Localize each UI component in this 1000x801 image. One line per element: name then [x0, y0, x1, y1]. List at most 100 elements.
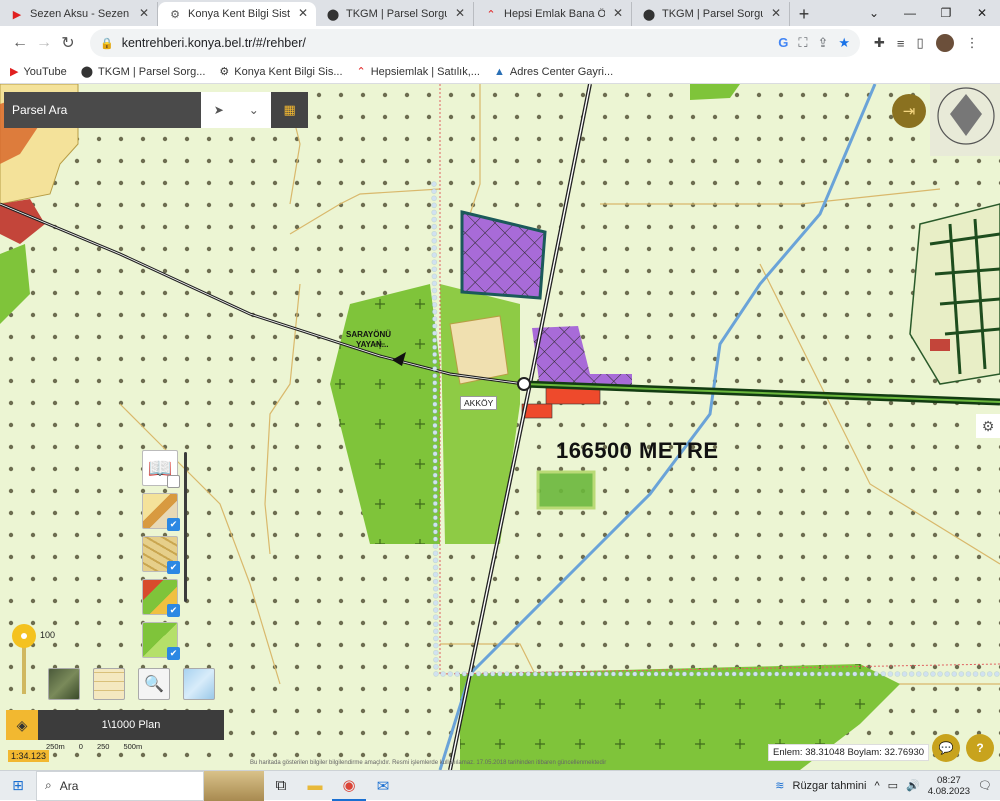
chevron-down-icon[interactable]: ⌄ — [249, 103, 259, 117]
layer-zoning-thumbnail[interactable]: ✔ — [142, 579, 180, 617]
tab-close-icon[interactable]: ✕ — [455, 6, 465, 20]
network-icon[interactable]: ▭ — [888, 779, 898, 792]
tab-close-icon[interactable]: ✕ — [139, 6, 149, 20]
settings-gear-icon[interactable]: ⚙ — [976, 414, 1000, 438]
reload-icon[interactable]: ↻ — [56, 31, 80, 55]
address-bar[interactable]: 🔒 kentrehberi.konya.bel.tr/#/rehber/ G ⛶… — [90, 29, 860, 57]
locate-arrow-icon[interactable]: ➤ — [214, 103, 224, 117]
scale-tick: 250m — [46, 742, 65, 751]
windows-start-icon[interactable]: ⊞ — [0, 771, 36, 801]
layer-checkbox[interactable]: ✔ — [167, 647, 180, 660]
sidepanel-icon[interactable]: ▯ — [917, 35, 924, 51]
profile-avatar[interactable] — [935, 34, 954, 52]
layer-book-thumbnail[interactable]: 📖 — [142, 450, 180, 488]
municipality-logo — [930, 84, 1000, 156]
weather-text[interactable]: Rüzgar tahmini — [793, 780, 867, 792]
taskbar-clock[interactable]: 08:27 4.08.2023 — [928, 775, 970, 797]
restore-icon[interactable]: ❐ — [928, 0, 964, 26]
magnifier-icon: 🔍 — [144, 676, 164, 693]
back-arrow-icon[interactable]: ← — [8, 31, 32, 55]
parcel-search-input[interactable]: Parsel Ara — [4, 92, 202, 128]
basemap-list: 🔍 — [48, 668, 215, 700]
kbs-icon: ⚙ — [219, 66, 230, 78]
menu-kebab-icon[interactable]: ⋮ — [966, 35, 979, 51]
tab-label: TKGM | Parsel Sorgu Uyg — [346, 8, 447, 20]
notifications-icon[interactable]: 🗨 — [978, 779, 992, 792]
chrome-icon[interactable]: ◉ — [332, 771, 366, 801]
close-window-icon[interactable]: ✕ — [964, 0, 1000, 26]
layer-checkbox[interactable]: ✔ — [167, 604, 180, 617]
browser-toolbar: ← → ↻ 🔒 kentrehberi.konya.bel.tr/#/rehbe… — [0, 26, 1000, 60]
coordinate-readout: Enlem: 38.31048 Boylam: 32.76930 — [768, 744, 930, 761]
layer-checkbox[interactable]: ✔ — [167, 561, 180, 574]
bookmark-star-icon[interactable]: ★ — [838, 35, 850, 51]
browser-tab-2[interactable]: ⚙ Konya Kent Bilgi Sistemi ✕ — [158, 2, 316, 26]
system-tray: ≋ Rüzgar tahmini ^ ▭ 🔊 08:27 4.08.2023 🗨 — [775, 775, 1000, 797]
hepsiemlak-icon: ⌃ — [486, 8, 496, 21]
chat-bubble-icon[interactable]: 💬 — [932, 734, 960, 762]
taskbar-search-box[interactable]: ⌕ Ara — [36, 770, 204, 801]
landmark-image-icon[interactable] — [204, 770, 264, 801]
basemap-satellite[interactable] — [48, 668, 80, 700]
login-icon[interactable]: ⇥ — [892, 94, 926, 128]
forward-arrow-icon[interactable]: → — [32, 31, 56, 55]
bookmark-item[interactable]: ⬤ TKGM | Parsel Sorg... — [80, 65, 206, 79]
layer-list-scrollbar[interactable] — [184, 452, 187, 602]
task-view-icon[interactable]: ⧉ — [264, 771, 298, 801]
layer-parcel-thumbnail[interactable]: ✔ — [142, 536, 180, 574]
bookmark-item[interactable]: ⚙ Konya Kent Bilgi Sis... — [219, 65, 342, 79]
basemap-parcel[interactable] — [93, 668, 125, 700]
browser-tab-3[interactable]: ⬤ TKGM | Parsel Sorgu Uyg ✕ — [316, 2, 474, 26]
map-canvas[interactable]: Parsel Ara ➤ ⌄ ▦ ⇥ ⚙ SARAYÖNÜ YAYAN... A… — [0, 84, 1000, 770]
search-icon: ⌕ — [45, 778, 52, 792]
opacity-slider-knob[interactable] — [12, 624, 36, 648]
basemap-street[interactable] — [183, 668, 215, 700]
media-icon[interactable]: ≡ — [897, 36, 905, 51]
browser-tab-4[interactable]: ⌃ Hepsi Emlak Bana Özel ✕ — [474, 2, 632, 26]
tab-close-icon[interactable]: ✕ — [771, 6, 781, 20]
layer-checkbox[interactable] — [167, 475, 180, 488]
kbs-icon: ⚙ — [170, 8, 180, 21]
weather-icon[interactable]: ≋ — [775, 779, 784, 792]
map-pin-icon: ⬤ — [80, 66, 94, 78]
road-label-line1: SARAYÖNÜ — [346, 330, 392, 339]
google-icon[interactable]: G — [778, 35, 788, 51]
basemap-search[interactable]: 🔍 — [138, 668, 170, 700]
bookmark-label: Adres Center Gayri... — [509, 65, 614, 78]
layer-checkbox[interactable]: ✔ — [167, 518, 180, 531]
extensions-icon[interactable]: ✚ — [874, 35, 885, 51]
layers-icon[interactable]: ◈ — [6, 710, 38, 740]
minimize-icon[interactable]: — — [892, 0, 928, 26]
bookmark-item[interactable]: ⌃ Hepsiemlak | Satılık,... — [356, 65, 480, 79]
hepsiemlak-icon: ⌃ — [356, 66, 366, 78]
opacity-slider[interactable] — [12, 624, 36, 694]
file-explorer-icon[interactable]: ▬ — [298, 771, 332, 801]
scale-ratio: 1:34.123 — [8, 750, 50, 762]
layer-green-thumbnail[interactable]: ✔ — [142, 622, 180, 660]
layer-imar-thumbnail[interactable]: ✔ — [142, 493, 180, 531]
place-label-akkoy: AKKÖY — [460, 396, 498, 410]
scale-tick: 250 — [96, 742, 110, 751]
road-label-line2: YAYAN... — [356, 340, 389, 349]
youtube-icon: ▶ — [12, 8, 22, 21]
bookmark-item[interactable]: ▲ Adres Center Gayri... — [494, 66, 613, 78]
taskbar-search-placeholder: Ara — [59, 778, 79, 793]
grid-menu-icon[interactable]: ▦ — [271, 92, 308, 128]
volume-icon[interactable]: 🔊 — [906, 779, 920, 792]
new-tab-button[interactable]: + — [790, 2, 818, 26]
tab-close-icon[interactable]: ✕ — [613, 6, 623, 20]
clock-date: 4.08.2023 — [927, 785, 971, 797]
tray-chevron-icon[interactable]: ^ — [874, 780, 879, 792]
share-icon[interactable]: ⇪ — [817, 35, 828, 51]
translate-icon[interactable]: ⛶ — [798, 35, 807, 51]
browser-tab-5[interactable]: ⬤ TKGM | Parsel Sorgu Uyg ✕ — [632, 2, 790, 26]
plan-selector[interactable]: ◈ 1\1000 Plan — [6, 710, 224, 740]
browser-tab-1[interactable]: ▶ Sezen Aksu - Sezen A ✕ — [0, 2, 158, 26]
help-question-icon[interactable]: ? — [966, 734, 994, 762]
bookmark-item[interactable]: ▶ YouTube — [10, 65, 67, 79]
parcel-search-controls: ➤ ⌄ — [201, 92, 272, 128]
mail-icon[interactable]: ✉ — [366, 771, 400, 801]
tab-search-chevron-icon[interactable]: ⌄ — [856, 0, 892, 26]
adres-icon: ▲ — [493, 65, 505, 78]
tab-close-icon[interactable]: ✕ — [298, 6, 308, 20]
